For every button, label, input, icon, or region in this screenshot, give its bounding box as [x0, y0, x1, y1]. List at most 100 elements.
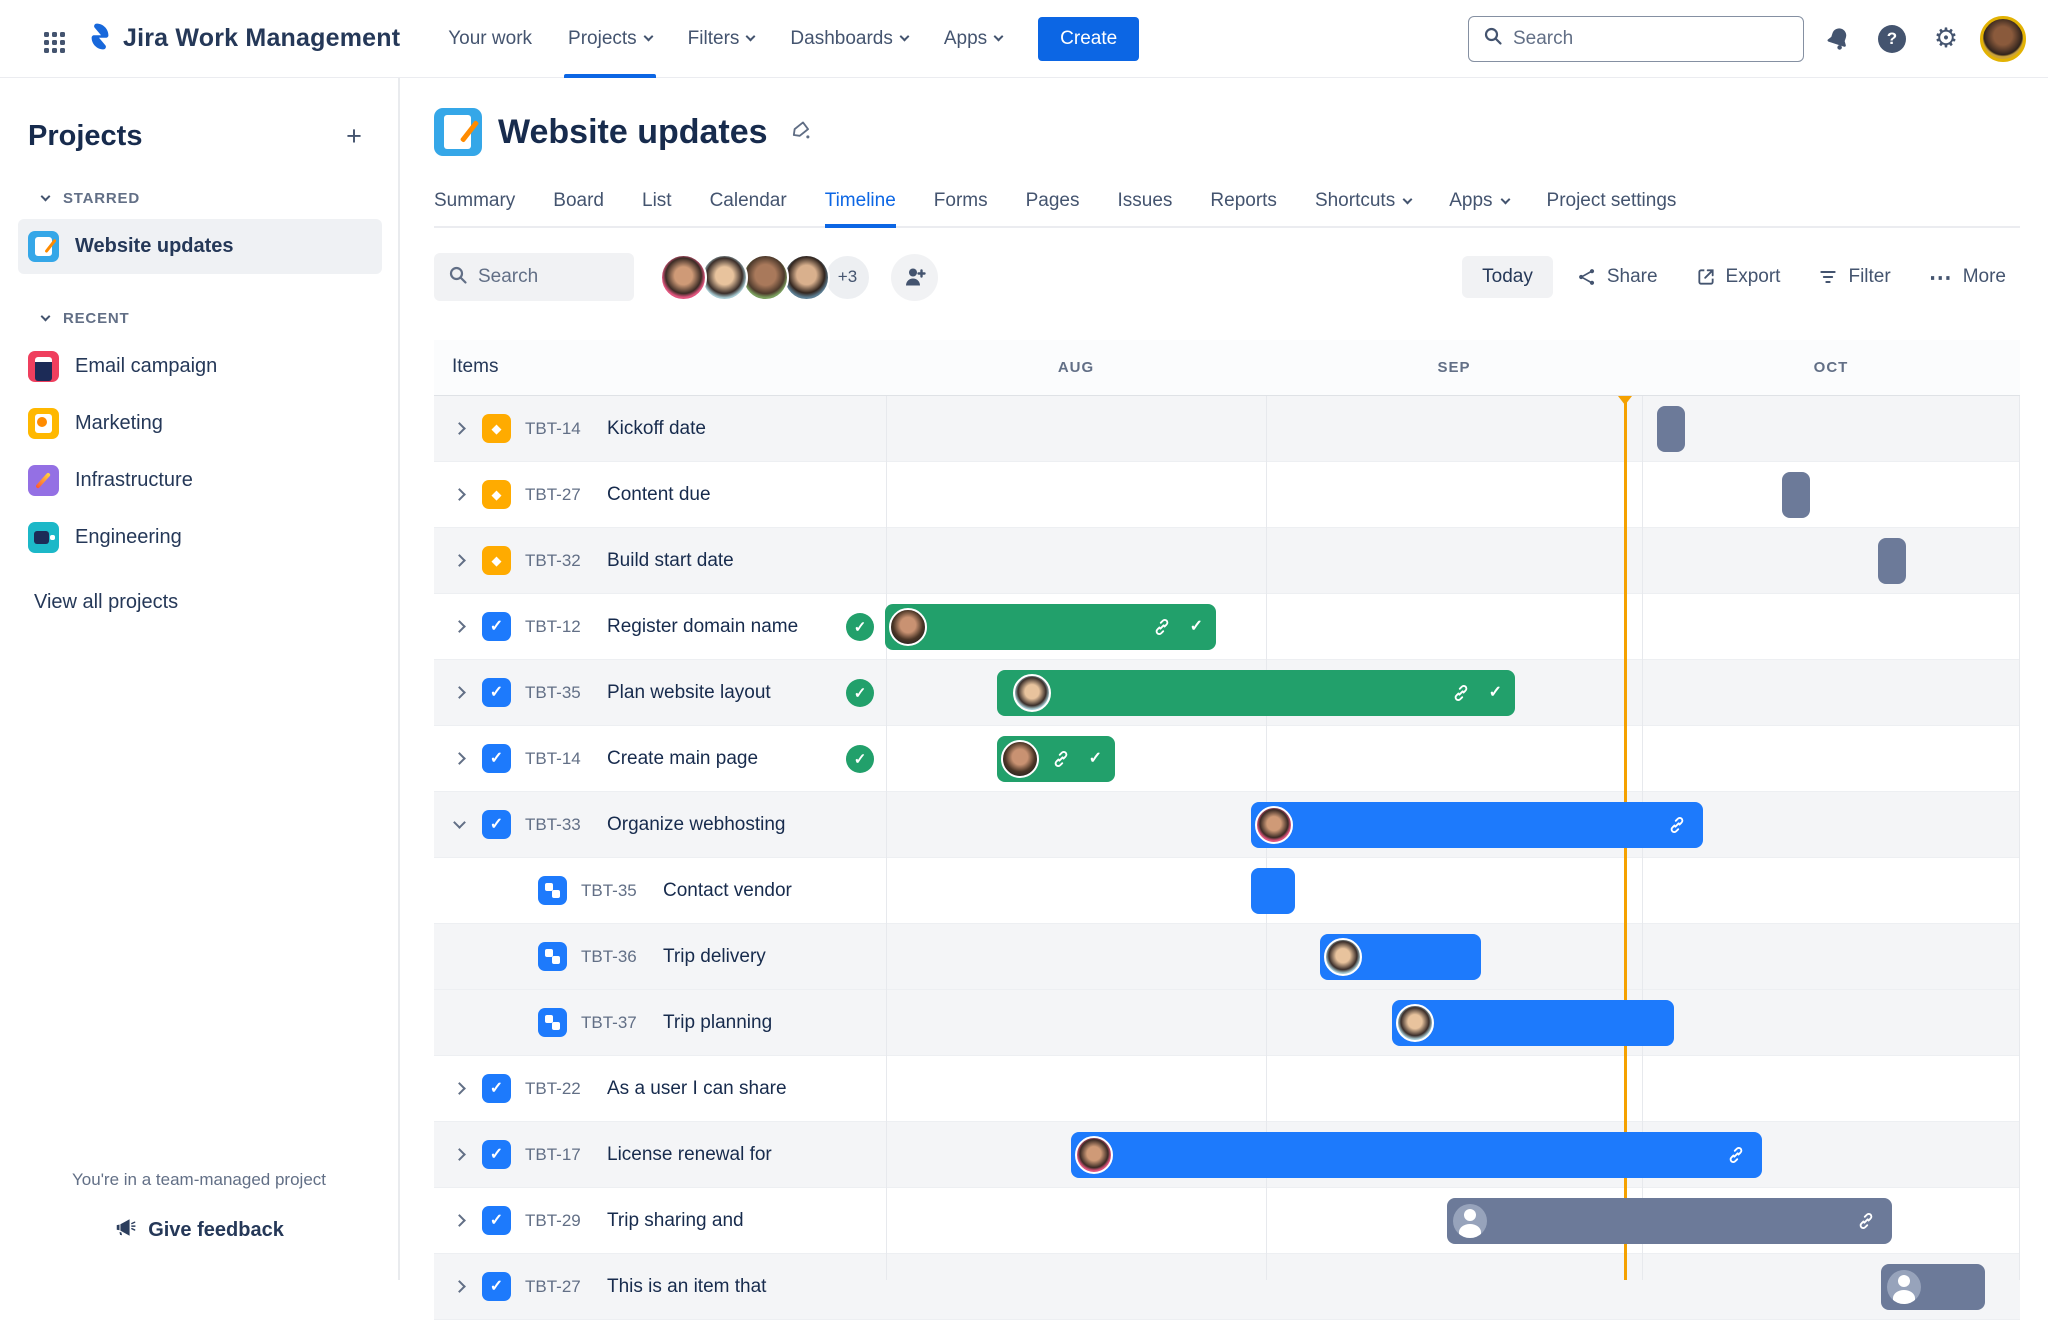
gantt-bar-row-7[interactable]	[1251, 802, 1703, 848]
row-item[interactable]: ✓TBT-12Register domain name	[434, 594, 886, 659]
chevron-right-icon[interactable]	[448, 1282, 470, 1291]
gantt-bar-row-8[interactable]	[1251, 868, 1295, 914]
user-avatar[interactable]	[1980, 16, 2026, 62]
topnav-menu: Your workProjectsFiltersDashboardsApps	[434, 0, 1016, 77]
tab-summary[interactable]: Summary	[434, 182, 515, 228]
settings-gear-icon[interactable]: ⚙	[1926, 19, 1966, 59]
row-item[interactable]: TBT-36Trip delivery	[434, 924, 886, 989]
milestone-marker-bar-row-1[interactable]	[1657, 406, 1685, 452]
export-button[interactable]: Export	[1682, 256, 1795, 298]
help-icon[interactable]: ?	[1872, 19, 1912, 59]
tab-calendar[interactable]: Calendar	[710, 182, 787, 228]
topnav-item-filters[interactable]: Filters	[674, 0, 769, 78]
gantt-bar-row-12[interactable]	[1071, 1132, 1762, 1178]
row-item[interactable]: ◆TBT-14Kickoff date	[434, 396, 886, 461]
board-search[interactable]	[434, 253, 634, 301]
sidebar-item-infrastructure[interactable]: Infrastructure	[18, 453, 382, 508]
share-button[interactable]: Share	[1563, 256, 1672, 298]
tab-shortcuts[interactable]: Shortcuts	[1315, 182, 1411, 228]
gantt-bar-row-5[interactable]: ✓	[997, 670, 1515, 716]
row-item[interactable]: ◆TBT-27Content due	[434, 462, 886, 527]
tab-forms[interactable]: Forms	[934, 182, 988, 228]
chevron-right-icon[interactable]	[448, 424, 470, 433]
tab-pages[interactable]: Pages	[1026, 182, 1080, 228]
global-search-input[interactable]	[1513, 28, 1789, 50]
row-item[interactable]: ✓TBT-17License renewal for	[434, 1122, 886, 1187]
avatar[interactable]	[783, 254, 830, 301]
row-item[interactable]: ✓TBT-14Create main page	[434, 726, 886, 791]
app-switcher-icon[interactable]	[22, 19, 62, 59]
sidebar-item-marketing[interactable]: Marketing	[18, 396, 382, 451]
tab-board[interactable]: Board	[553, 182, 604, 228]
notifications-bell-icon[interactable]	[1818, 19, 1858, 59]
milestone-marker-bar-row-2[interactable]	[1782, 472, 1810, 518]
chevron-down-icon	[41, 312, 51, 322]
chevron-right-icon[interactable]	[448, 556, 470, 565]
chevron-right-icon[interactable]	[448, 1216, 470, 1225]
topnav-item-dashboards[interactable]: Dashboards	[776, 0, 921, 78]
add-people-button[interactable]	[891, 254, 938, 301]
global-search[interactable]	[1468, 16, 1804, 62]
add-project-button[interactable]: +	[336, 118, 372, 154]
row-item[interactable]: ✓TBT-27This is an item that	[434, 1254, 886, 1319]
avatar[interactable]	[701, 254, 748, 301]
row-item[interactable]: ✓TBT-29Trip sharing and	[434, 1188, 886, 1253]
avatar[interactable]	[660, 254, 707, 301]
gantt-bar-row-14[interactable]	[1881, 1264, 1985, 1310]
gantt-bar-row-4[interactable]: ✓	[885, 604, 1216, 650]
gantt-bar-row-10[interactable]	[1392, 1000, 1674, 1046]
row-item[interactable]: ✓TBT-35Plan website layout	[434, 660, 886, 725]
more-button[interactable]: ⋯ More	[1915, 256, 2020, 298]
avatar[interactable]	[742, 254, 789, 301]
rename-pen-icon[interactable]	[790, 119, 812, 146]
jira-logo-icon	[80, 21, 111, 57]
issue-key: TBT-17	[525, 1145, 591, 1165]
task-type-icon: ✓	[482, 1272, 511, 1301]
milestone-marker-bar-row-3[interactable]	[1878, 538, 1906, 584]
today-button[interactable]: Today	[1462, 256, 1553, 298]
chevron-right-icon[interactable]	[448, 1150, 470, 1159]
chevron-right-icon[interactable]	[448, 688, 470, 697]
topnav-item-your-work[interactable]: Your work	[434, 0, 546, 78]
chevron-right-icon[interactable]	[448, 490, 470, 499]
topnav-item-projects[interactable]: Projects	[554, 0, 666, 78]
row-item[interactable]: ◆TBT-32Build start date	[434, 528, 886, 593]
row-item[interactable]: TBT-35Contact vendor	[434, 858, 886, 923]
give-feedback-button[interactable]: Give feedback	[114, 1216, 284, 1244]
issue-summary: Plan website layout	[607, 682, 771, 704]
chevron-down-icon[interactable]	[448, 822, 470, 827]
chevron-down-icon	[746, 32, 756, 42]
tab-list[interactable]: List	[642, 182, 672, 228]
tab-apps[interactable]: Apps	[1449, 182, 1508, 228]
topnav-item-apps[interactable]: Apps	[930, 0, 1016, 78]
sidebar-group-header[interactable]: STARRED	[28, 190, 372, 207]
tab-issues[interactable]: Issues	[1117, 182, 1172, 228]
board-search-input[interactable]	[478, 266, 620, 288]
brand-name: Jira Work Management	[123, 24, 400, 53]
issue-key: TBT-37	[581, 1013, 647, 1033]
gantt-bar-row-9[interactable]	[1320, 934, 1481, 980]
gantt-bar-row-6[interactable]: ✓	[997, 736, 1115, 782]
row-item[interactable]: ✓TBT-33Organize webhosting	[434, 792, 886, 857]
sidebar-item-engineering[interactable]: Engineering	[18, 510, 382, 565]
chevron-right-icon[interactable]	[448, 1084, 470, 1093]
avatar-overflow-badge[interactable]: +3	[824, 254, 871, 301]
tab-project-settings[interactable]: Project settings	[1547, 182, 1677, 228]
tab-reports[interactable]: Reports	[1210, 182, 1277, 228]
chevron-right-icon[interactable]	[448, 754, 470, 763]
sidebar-item-email-campaign[interactable]: Email campaign	[18, 339, 382, 394]
check-icon: ✓	[1489, 682, 1502, 702]
tab-timeline[interactable]: Timeline	[825, 182, 896, 228]
jira-brand[interactable]: Jira Work Management	[80, 21, 400, 57]
sidebar-group-header[interactable]: RECENT	[28, 310, 372, 327]
issue-key: TBT-33	[525, 815, 591, 835]
gantt-bar-row-13[interactable]	[1447, 1198, 1892, 1244]
row-item[interactable]: TBT-37Trip planning	[434, 990, 886, 1055]
create-button[interactable]: Create	[1038, 17, 1139, 61]
filter-button[interactable]: Filter	[1804, 256, 1904, 298]
assignee-avatar	[1324, 938, 1362, 976]
sidebar-item-website-updates[interactable]: Website updates	[18, 219, 382, 274]
view-all-projects-link[interactable]: View all projects	[28, 591, 372, 614]
chevron-right-icon[interactable]	[448, 622, 470, 631]
row-item[interactable]: ✓TBT-22As a user I can share	[434, 1056, 886, 1121]
